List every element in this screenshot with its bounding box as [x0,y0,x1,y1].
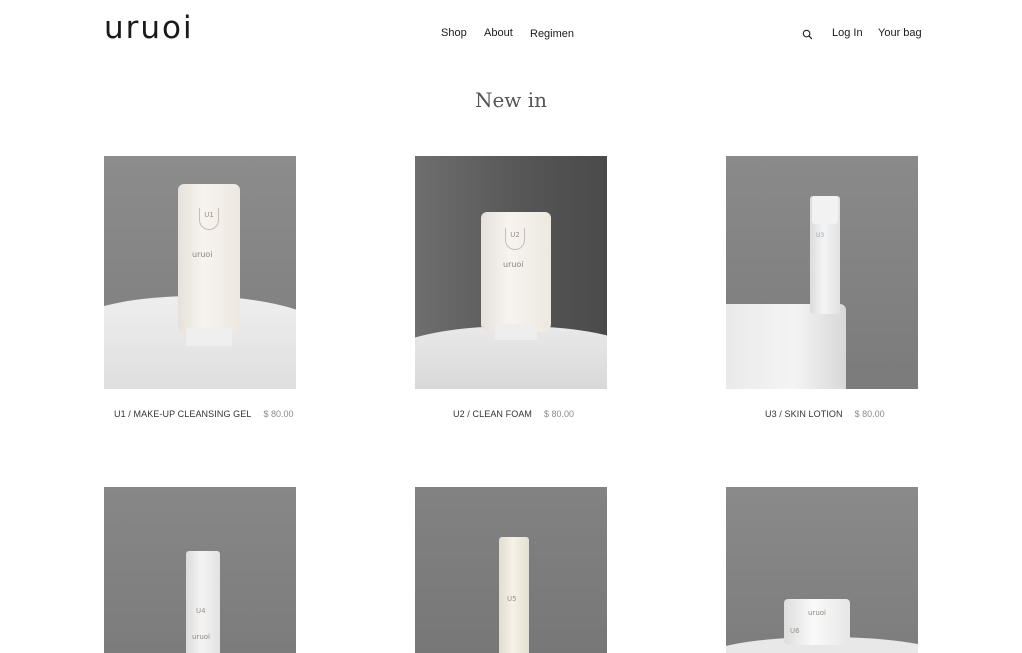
product-price: $ 80.00 [263,409,294,419]
section-title: New in [474,88,548,112]
nav-about[interactable]: About [484,27,513,39]
search-icon[interactable] [802,29,813,40]
product-image[interactable]: U2 uruoi [415,156,607,389]
product-caption[interactable]: U2 / CLEAN FOAM $ 80.00 [453,409,574,419]
product-caption[interactable]: U3 / SKIN LOTION $ 80.00 [765,409,885,419]
nav-regimen[interactable]: Regimen [530,28,574,40]
product-brand-text: uruoi [808,609,826,617]
product-brand-text: uruoi [503,260,524,269]
login-link[interactable]: Log In [832,27,863,39]
bag-link[interactable]: Your bag [878,27,922,39]
product-caption[interactable]: U1 / MAKE-UP CLEANSING GEL $ 80.00 [114,409,294,419]
brand-logo[interactable]: uruoi [104,10,194,46]
product-price: $ 80.00 [544,409,575,419]
product-card-u4[interactable]: U4 uruoi [104,487,296,653]
nav-shop[interactable]: Shop [441,27,467,39]
product-image[interactable]: U1 uruoi [104,156,296,389]
product-image[interactable]: U6 uruoi [726,487,918,653]
page: uruoi Shop About Regimen Log In Your bag… [0,0,1022,653]
product-name[interactable]: U2 / CLEAN FOAM [453,409,532,419]
product-card-u5[interactable]: U5 [415,487,607,653]
product-image[interactable]: U4 uruoi [104,487,296,653]
product-brand-text: uruoi [192,250,213,259]
product-card-u6[interactable]: U6 uruoi [726,487,918,653]
product-card-u2[interactable]: U2 uruoi U2 / CLEAN FOAM $ 80.00 [415,156,607,419]
product-price: $ 80.00 [854,409,885,419]
product-image[interactable]: U3 [726,156,918,389]
product-name[interactable]: U1 / MAKE-UP CLEANSING GEL [114,409,251,419]
product-image[interactable]: U5 [415,487,607,653]
product-brand-text: uruoi [192,633,210,641]
product-card-u1[interactable]: U1 uruoi U1 / MAKE-UP CLEANSING GEL $ 80.… [104,156,296,419]
product-name[interactable]: U3 / SKIN LOTION [765,409,843,419]
product-card-u3[interactable]: U3 U3 / SKIN LOTION $ 80.00 [726,156,918,419]
